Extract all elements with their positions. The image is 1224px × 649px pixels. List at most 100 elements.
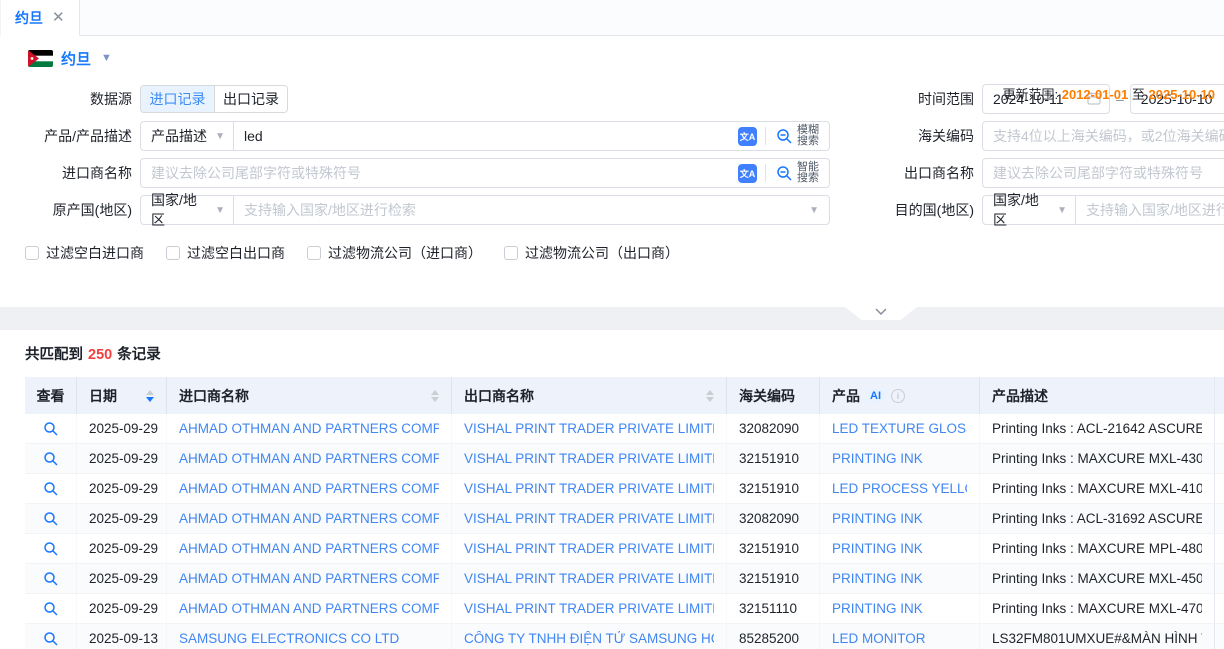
header-exporter: 出口商名称 bbox=[452, 377, 727, 414]
checkbox-icon[interactable] bbox=[307, 246, 321, 260]
update-range-label: 更新范围: bbox=[1002, 87, 1058, 102]
importer-link[interactable]: AHMAD OTHMAN AND PARTNERS COMPA... bbox=[179, 511, 439, 526]
product-search-input[interactable] bbox=[234, 122, 738, 150]
product-select-value: 产品描述 bbox=[151, 126, 207, 146]
importer-name-input[interactable] bbox=[141, 159, 738, 187]
origin-country-input[interactable] bbox=[234, 196, 803, 224]
product-description: Printing Inks : ACL-31692 ASCURE LE... bbox=[980, 504, 1215, 533]
exporter-link[interactable]: VISHAL PRINT TRADER PRIVATE LIMITED bbox=[464, 481, 714, 496]
view-record-button[interactable] bbox=[43, 571, 59, 587]
destination-country-input[interactable] bbox=[1076, 196, 1224, 224]
exporter-link[interactable]: VISHAL PRINT TRADER PRIVATE LIMITED bbox=[464, 571, 714, 586]
country-header: 约旦 ▼ bbox=[0, 36, 1224, 80]
translate-icon[interactable]: 文A bbox=[738, 127, 757, 146]
exporter-link[interactable]: VISHAL PRINT TRADER PRIVATE LIMITED bbox=[464, 421, 714, 436]
table-row: 2025-09-29 AHMAD OTHMAN AND PARTNERS COM… bbox=[25, 534, 1224, 564]
product-link[interactable]: PRINTING INK bbox=[832, 571, 923, 586]
product-description: Printing Inks : MAXCURE MPL-4800E... bbox=[980, 534, 1215, 563]
chevron-down-icon: ▼ bbox=[1057, 205, 1067, 216]
translate-icon[interactable]: 文A bbox=[738, 164, 757, 183]
exporter-label: 出口商名称 bbox=[830, 163, 982, 183]
hs-code-input[interactable] bbox=[982, 121, 1224, 151]
fuzzy-search-button[interactable]: 模糊 搜索 bbox=[774, 125, 829, 147]
filter-blank-exporter[interactable]: 过滤空白出口商 bbox=[166, 243, 285, 263]
exporter-link[interactable]: VISHAL PRINT TRADER PRIVATE LIMITED bbox=[464, 541, 714, 556]
close-icon[interactable]: ✕ bbox=[52, 10, 65, 25]
view-record-button[interactable] bbox=[43, 421, 59, 437]
record-date: 2025-09-29 bbox=[77, 474, 167, 503]
importer-link[interactable]: SAMSUNG ELECTRONICS CO LTD bbox=[179, 631, 399, 646]
tab-export-records[interactable]: 出口记录 bbox=[214, 86, 287, 112]
record-date: 2025-09-13 bbox=[77, 624, 167, 649]
importer-link[interactable]: AHMAD OTHMAN AND PARTNERS COMPA... bbox=[179, 451, 439, 466]
sort-control-date[interactable] bbox=[146, 390, 154, 402]
importer-link[interactable]: AHMAD OTHMAN AND PARTNERS COMPA... bbox=[179, 541, 439, 556]
exporter-name-input[interactable] bbox=[982, 158, 1224, 188]
hs-code-value: 32082090 bbox=[727, 414, 820, 443]
product-link[interactable]: PRINTING INK bbox=[832, 601, 923, 616]
filter-blank-importer[interactable]: 过滤空白进口商 bbox=[25, 243, 144, 263]
results-summary: 共匹配到250条记录 bbox=[0, 330, 1224, 364]
product-link[interactable]: PRINTING INK bbox=[832, 451, 923, 466]
product-description: Printing Inks : ACL-21642 ASCURE LE... bbox=[980, 414, 1215, 443]
product-link[interactable]: LED MONITOR bbox=[832, 631, 926, 646]
sort-control-importer[interactable] bbox=[431, 390, 439, 402]
chevron-down-icon: ▼ bbox=[809, 205, 819, 216]
exporter-link[interactable]: CÔNG TY TNHH ĐIỆN TỬ SAMSUNG HCMC... bbox=[464, 631, 714, 646]
view-record-button[interactable] bbox=[43, 511, 59, 527]
search-form: 数据源 进口记录 出口记录 时间范围 – bbox=[0, 84, 1224, 263]
checkbox-icon[interactable] bbox=[25, 246, 39, 260]
destination-country-control: 国家/地区 ▼ bbox=[982, 195, 1224, 225]
ai-badge: AI bbox=[866, 389, 885, 403]
importer-link[interactable]: AHMAD OTHMAN AND PARTNERS COMPA... bbox=[179, 571, 439, 586]
checkbox-icon[interactable] bbox=[166, 246, 180, 260]
view-record-button[interactable] bbox=[43, 451, 59, 467]
exporter-link[interactable]: VISHAL PRINT TRADER PRIVATE LIMITED bbox=[464, 451, 714, 466]
sort-control-exporter[interactable] bbox=[706, 390, 714, 402]
product-link[interactable]: LED PROCESS YELLOW... bbox=[832, 481, 967, 496]
product-link[interactable]: LED TEXTURE GLOSS ... bbox=[832, 421, 967, 436]
origin-select-value: 国家/地区 bbox=[151, 190, 209, 230]
product-field-select[interactable]: 产品描述 ▼ bbox=[141, 122, 233, 150]
view-record-button[interactable] bbox=[43, 601, 59, 617]
header-view: 查看 bbox=[25, 377, 77, 414]
view-record-button[interactable] bbox=[43, 481, 59, 497]
hs-code-field[interactable] bbox=[993, 122, 1224, 150]
table-header: 查看 日期 进口商名称 出口商名称 海关编码 产品 AI i 产品描述 bbox=[25, 377, 1224, 414]
checkbox-icon[interactable] bbox=[504, 246, 518, 260]
country-name: 约旦 bbox=[61, 48, 91, 69]
search-panel: 约旦 ✕ 约旦 ▼ 更新范围: 2012-01-01 至 2025-10-10 … bbox=[0, 0, 1224, 307]
view-record-button[interactable] bbox=[43, 631, 59, 647]
filter-logistics-importer[interactable]: 过滤物流公司（进口商） bbox=[307, 243, 482, 263]
product-description: LS32FM801UMXUE#&MÀN HÌNH VI ... bbox=[980, 624, 1215, 649]
table-row: 2025-09-29 AHMAD OTHMAN AND PARTNERS COM… bbox=[25, 594, 1224, 624]
exporter-name-field[interactable] bbox=[993, 159, 1224, 187]
product-link[interactable]: PRINTING INK bbox=[832, 541, 923, 556]
exporter-link[interactable]: VISHAL PRINT TRADER PRIVATE LIMITED bbox=[464, 511, 714, 526]
view-record-button[interactable] bbox=[43, 541, 59, 557]
product-description: Printing Inks : MAXCURE MXL-4100... bbox=[980, 474, 1215, 503]
importer-link[interactable]: AHMAD OTHMAN AND PARTNERS COMPA... bbox=[179, 421, 439, 436]
importer-link[interactable]: AHMAD OTHMAN AND PARTNERS COMPA... bbox=[179, 481, 439, 496]
header-importer: 进口商名称 bbox=[167, 377, 452, 414]
hs-code-value: 32151910 bbox=[727, 444, 820, 473]
importer-link[interactable]: AHMAD OTHMAN AND PARTNERS COMPA... bbox=[179, 601, 439, 616]
header-hs-code: 海关编码 bbox=[727, 377, 820, 414]
collapse-search-panel-handle[interactable] bbox=[845, 307, 917, 320]
tab-import-records[interactable]: 进口记录 bbox=[141, 86, 214, 112]
results-table: 查看 日期 进口商名称 出口商名称 海关编码 产品 AI i 产品描述 bbox=[25, 377, 1224, 649]
tab-jordan[interactable]: 约旦 ✕ bbox=[0, 0, 80, 36]
filter-logistics-exporter[interactable]: 过滤物流公司（出口商） bbox=[504, 243, 679, 263]
origin-country-select[interactable]: 国家/地区 ▼ bbox=[141, 196, 233, 224]
product-link[interactable]: PRINTING INK bbox=[832, 511, 923, 526]
chevron-down-icon[interactable]: ▼ bbox=[101, 52, 112, 64]
smart-search-button[interactable]: 智能 搜索 bbox=[774, 162, 829, 184]
product-description: Printing Inks : MAXCURE MXL-4300... bbox=[980, 444, 1215, 473]
fuzzy-search-label: 模糊 搜索 bbox=[797, 125, 819, 147]
destination-country-select[interactable]: 国家/地区 ▼ bbox=[983, 196, 1075, 224]
info-icon[interactable]: i bbox=[891, 389, 905, 403]
importer-label: 进口商名称 bbox=[0, 163, 140, 183]
tab-strip: 约旦 ✕ bbox=[0, 0, 1224, 36]
hs-code-value: 32151110 bbox=[727, 594, 820, 623]
exporter-link[interactable]: VISHAL PRINT TRADER PRIVATE LIMITED bbox=[464, 601, 714, 616]
